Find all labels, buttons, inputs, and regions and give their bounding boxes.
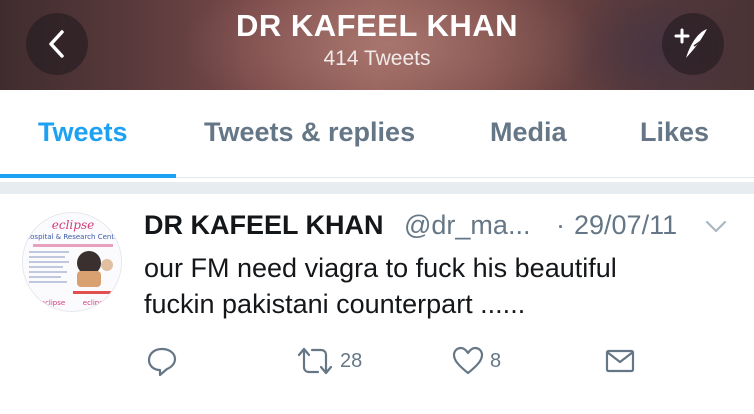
heart-icon	[452, 346, 484, 375]
like-count: 8	[490, 349, 502, 372]
direct-message-button[interactable]	[604, 344, 636, 378]
reply-button[interactable]	[146, 344, 178, 378]
tweet-text-line: fuckin pakistani counterpart ......	[144, 289, 526, 319]
section-divider	[0, 182, 754, 194]
like-button[interactable]: 8	[452, 344, 501, 378]
svg-text:eclipse: eclipse	[83, 299, 107, 307]
tweet-count: 414 Tweets	[323, 47, 431, 70]
compose-icon	[674, 28, 707, 58]
retweet-button[interactable]: 28	[296, 344, 362, 378]
compose-button[interactable]	[662, 13, 724, 75]
profile-header: DR KAFEEL KHAN 414 Tweets	[0, 0, 754, 90]
active-tab-indicator	[0, 174, 176, 178]
tweet-text: our FM need viagra to fuck his beautiful…	[144, 250, 734, 322]
svg-text:eclipse: eclipse	[41, 299, 65, 307]
tweet-text-line: our FM need viagra to fuck his beautiful	[144, 253, 617, 283]
tweet-author-name[interactable]: DR KAFEEL KHAN	[144, 210, 384, 241]
tab-tweets[interactable]: Tweets	[38, 117, 128, 148]
retweet-icon	[297, 347, 333, 375]
avatar[interactable]: eclipse Hospital & Research Centre eclip…	[22, 212, 122, 312]
tweet-card[interactable]: eclipse Hospital & Research Centre eclip…	[0, 194, 754, 414]
avatar-logo-image: eclipse Hospital & Research Centre eclip…	[23, 213, 121, 311]
header-title: DR KAFEEL KHAN	[236, 8, 518, 43]
tab-media[interactable]: Media	[490, 117, 567, 148]
svg-text:eclipse: eclipse	[52, 218, 94, 232]
message-icon	[605, 349, 635, 373]
profile-tabs: Tweets Tweets & replies Media Likes	[0, 90, 754, 178]
svg-text:Hospital & Research Centre: Hospital & Research Centre	[25, 233, 121, 241]
reply-icon	[147, 347, 177, 377]
retweet-count: 28	[340, 349, 363, 372]
tab-likes[interactable]: Likes	[640, 117, 709, 148]
tweet-separator: ·	[556, 210, 565, 240]
tweet-author-handle[interactable]: @dr_ma...	[404, 210, 530, 241]
chevron-down-icon[interactable]	[704, 219, 728, 235]
tweet-date[interactable]: 29/07/11	[574, 210, 677, 241]
tab-tweets-and-replies[interactable]: Tweets & replies	[204, 117, 415, 148]
